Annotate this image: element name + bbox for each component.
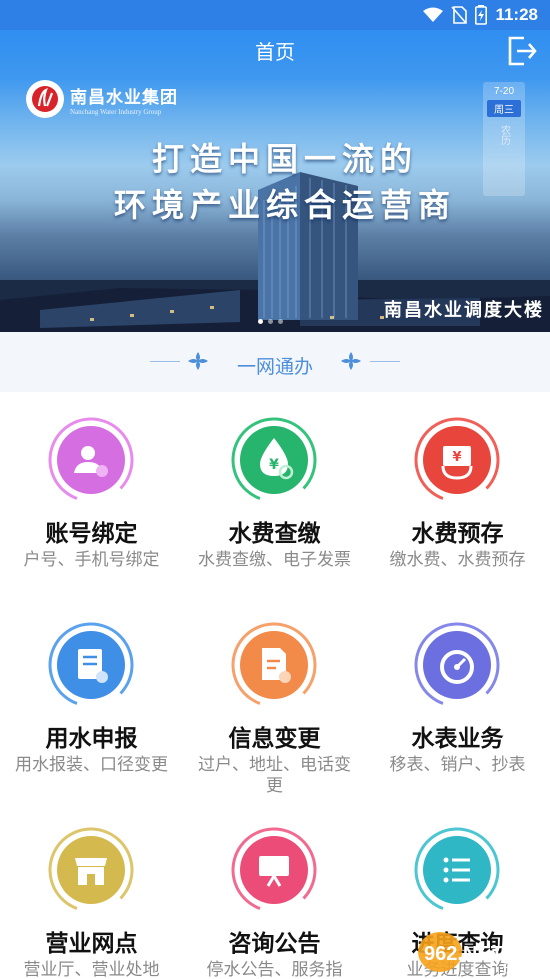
account-bind-icon xyxy=(48,417,134,503)
company-logo: 南昌水业集团 Nanchang Water Industry Group xyxy=(26,80,178,118)
logout-icon[interactable] xyxy=(504,34,538,68)
company-name: 南昌水业集团 xyxy=(70,87,178,108)
calendar-widget: 7-20 周三 农历 xyxy=(483,82,525,196)
service-title: 水费预存 xyxy=(411,521,504,547)
service-title: 水费查缴 xyxy=(228,521,321,547)
slogan-line-1: 打造中国一流的 xyxy=(151,140,418,178)
carousel-dot[interactable] xyxy=(258,319,263,324)
banner-caption: 南昌水业调度大楼 xyxy=(384,300,544,321)
company-name-en: Nanchang Water Industry Group xyxy=(70,107,162,116)
wifi-icon xyxy=(423,7,444,22)
service-desc: 移表、销户、抄表 xyxy=(389,755,526,775)
service-desc: 用水报装、口径变更 xyxy=(15,755,168,775)
service-desc: 营业厅、营业处地 xyxy=(23,960,160,979)
service-outlet-icon xyxy=(48,827,134,913)
svg-text:¥: ¥ xyxy=(452,450,461,465)
carousel-indicators xyxy=(258,319,283,324)
service-water-apply[interactable]: 用水申报 用水报装、口径变更 xyxy=(0,597,183,802)
service-water-meter[interactable]: 水表业务 移表、销户、抄表 xyxy=(366,597,549,802)
calendar-weekday: 周三 xyxy=(487,100,521,117)
slogan-line-2: 环境产业综合运营商 xyxy=(113,186,456,224)
service-water-fee-prepay[interactable]: ¥ 水费预存 缴水费、水费预存 xyxy=(366,392,549,597)
service-title: 账号绑定 xyxy=(45,521,138,547)
water-apply-icon xyxy=(48,622,134,708)
site-watermark: 962.NET 乐游网 xyxy=(418,932,535,975)
service-title: 水表业务 xyxy=(411,726,504,752)
service-desc: 缴水费、水费预存 xyxy=(389,550,526,570)
service-account-bind[interactable]: 账号绑定 户号、手机号绑定 xyxy=(0,392,183,597)
banner-carousel[interactable]: 首页 南昌水业集团 Nanchang Water Industry Group … xyxy=(0,30,550,332)
calendar-lunar: 农历 xyxy=(498,125,510,145)
service-desc: 户号、手机号绑定 xyxy=(23,550,160,570)
company-logo-mark xyxy=(26,80,64,118)
page-title: 首页 xyxy=(255,40,295,64)
service-water-fee-query[interactable]: ¥ 水费查缴 水费查缴、电子发票 xyxy=(183,392,366,597)
no-sim-icon xyxy=(451,6,468,24)
service-title: 用水申报 xyxy=(45,726,138,752)
progress-query-icon xyxy=(414,827,500,913)
service-title: 咨询公告 xyxy=(228,931,321,957)
service-desc: 过户、地址、电话变更 xyxy=(198,755,351,796)
service-desc: 水费查缴、电子发票 xyxy=(198,550,351,570)
service-announcement[interactable]: 咨询公告 停水公告、服务指 xyxy=(183,802,366,979)
watermark-subtext: 乐游网 xyxy=(502,962,535,975)
service-outlet[interactable]: 营业网点 营业厅、营业处地 xyxy=(0,802,183,979)
service-title: 信息变更 xyxy=(228,726,321,752)
water-fee-query-icon: ¥ xyxy=(231,417,317,503)
service-title: 营业网点 xyxy=(45,931,138,957)
info-change-icon xyxy=(231,622,317,708)
svg-text:¥: ¥ xyxy=(269,457,279,473)
calendar-date: 7-20 xyxy=(493,86,514,97)
watermark-text: 962.NET xyxy=(424,943,503,965)
section-title: 一网通办 xyxy=(236,356,313,378)
announcement-icon xyxy=(231,827,317,913)
status-bar: 11:28 xyxy=(0,0,550,30)
status-time: 11:28 xyxy=(495,5,538,24)
carousel-dot[interactable] xyxy=(278,319,283,324)
carousel-dot[interactable] xyxy=(268,319,273,324)
battery-charging-icon xyxy=(475,5,488,25)
water-fee-prepay-icon: ¥ xyxy=(414,417,500,503)
service-desc: 停水公告、服务指 xyxy=(206,960,343,979)
service-info-change[interactable]: 信息变更 过户、地址、电话变更 xyxy=(183,597,366,802)
water-meter-icon xyxy=(414,622,500,708)
